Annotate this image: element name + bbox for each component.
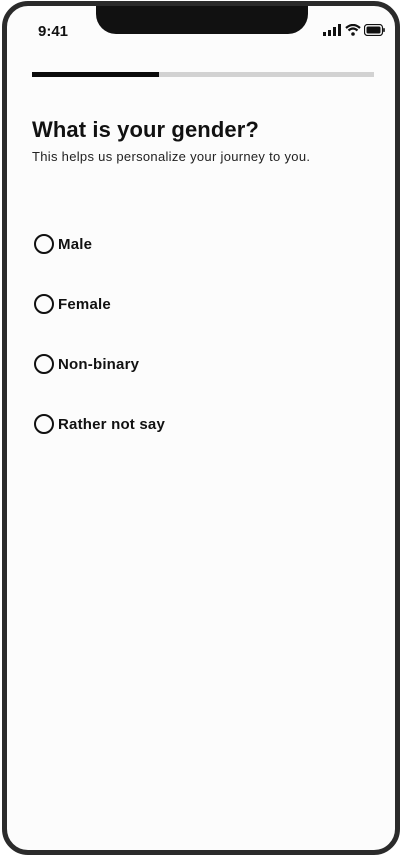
cellular-signal-icon (323, 23, 341, 36)
gender-option-female[interactable]: Female (34, 289, 334, 319)
radio-button-icon[interactable] (34, 354, 54, 374)
status-icons (323, 23, 385, 39)
device-notch (96, 6, 308, 34)
gender-option-label: Rather not say (58, 415, 165, 433)
onboarding-progress-bar (32, 72, 374, 77)
gender-option-male[interactable]: Male (34, 229, 334, 259)
radio-button-icon[interactable] (34, 234, 54, 254)
gender-option-rather-not-say[interactable]: Rather not say (34, 409, 334, 439)
status-time: 9:41 (38, 23, 69, 40)
page-subtitle: This helps us personalize your journey t… (32, 149, 311, 164)
phone-frame: 9:41 What is your gender? This helps us … (2, 1, 400, 855)
gender-options: Male Female Non-binary Rather not say (34, 229, 334, 469)
gender-option-label: Non-binary (58, 355, 140, 373)
page-title: What is your gender? (32, 117, 259, 142)
gender-option-label: Male (58, 235, 93, 253)
gender-option-label: Female (58, 295, 111, 313)
gender-option-non-binary[interactable]: Non-binary (34, 349, 334, 379)
radio-button-icon[interactable] (34, 414, 54, 434)
battery-icon (363, 23, 385, 37)
wifi-icon (345, 23, 361, 36)
radio-button-icon[interactable] (34, 294, 54, 314)
progress-fill (32, 72, 159, 77)
